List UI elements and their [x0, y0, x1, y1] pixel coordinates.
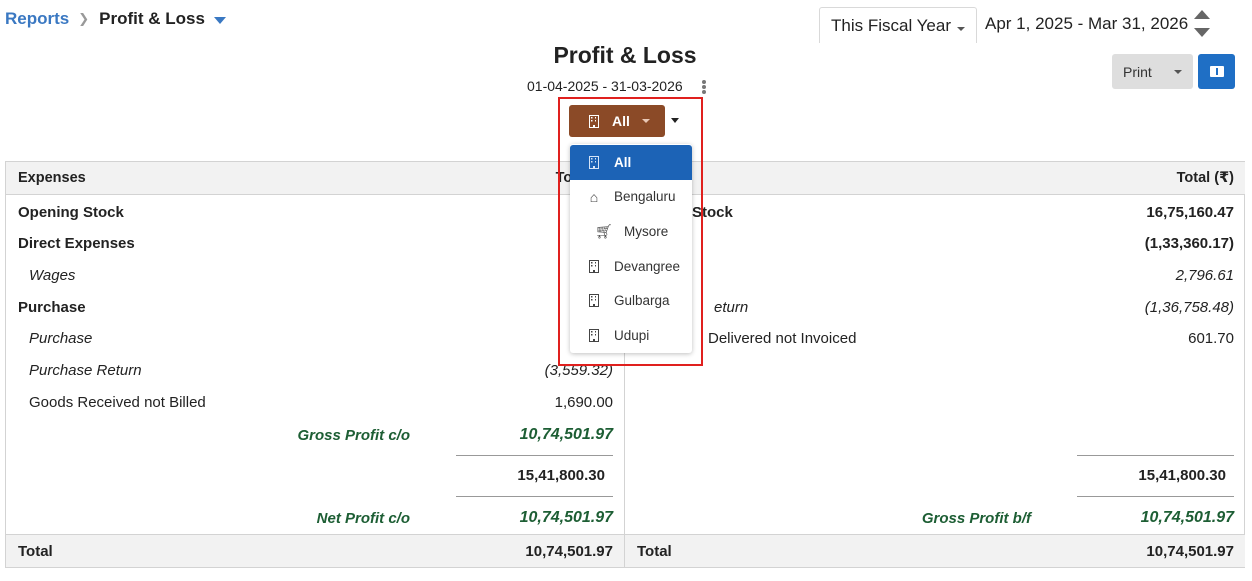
gross-profit-co-row: Gross Profit c/o 10,74,501.97: [297, 419, 613, 451]
expenses-total-label: Total: [18, 542, 53, 560]
building-icon: [587, 294, 601, 308]
chevron-down-icon: [641, 119, 650, 123]
net-profit-co-value: 10,74,501.97: [519, 509, 613, 526]
income-row-label: Stock: [692, 203, 733, 221]
income-row: Delivered not Invoiced 601.70: [625, 323, 1245, 355]
expense-row: Goods Received not Billed 1,690.00: [6, 386, 624, 418]
location-option-label: Mysore: [624, 223, 669, 239]
location-option-label: Devangree: [614, 258, 681, 274]
building-icon: [587, 328, 601, 342]
expense-row-label: Opening Stock: [18, 203, 124, 221]
expense-row: Direct Expenses1: [6, 228, 624, 260]
chevron-down-icon[interactable]: [1174, 70, 1182, 74]
income-row-value: (1,36,758.48): [1144, 298, 1234, 316]
report-title: Profit & Loss: [553, 42, 697, 68]
income-row-value: 601.70: [1188, 330, 1234, 348]
expense-row-label: Purchase Return: [29, 362, 142, 379]
expenses-total-value: 10,74,501.97: [525, 542, 613, 560]
location-option-label: All: [614, 154, 632, 170]
income-row: 2,796.61: [625, 259, 1245, 291]
expense-row: Purchase38,2: [6, 323, 624, 355]
expense-row: Opening Stock4,30,8: [6, 196, 624, 228]
income-total-header: Total (₹): [1176, 170, 1234, 186]
location-option-devangree[interactable]: Devangree: [570, 249, 692, 284]
location-option-label: Udupi: [614, 327, 650, 343]
building-icon: [587, 259, 601, 273]
location-option-bengaluru[interactable]: ⌂ Bengaluru: [570, 180, 692, 215]
report-switch-caret-icon[interactable]: [213, 16, 226, 24]
location-option-gulbarga[interactable]: Gulbarga: [570, 283, 692, 318]
expenses-total-row: Total 10,74,501.97: [6, 534, 624, 567]
expense-row-value: 1,690.00: [554, 393, 613, 411]
date-range-stepper[interactable]: [1194, 10, 1210, 40]
chevron-right-icon: ❯: [78, 11, 90, 26]
date-range-text[interactable]: Apr 1, 2025 - Mar 31, 2026: [985, 14, 1188, 34]
location-option-label: Bengaluru: [614, 189, 676, 205]
subtotal-divider: [1077, 455, 1234, 456]
breadcrumb-reports-link[interactable]: Reports: [5, 9, 69, 29]
expense-row-label: Purchase: [18, 298, 86, 316]
expense-row: Purchase36,3: [6, 291, 624, 323]
expense-row-label: Purchase: [29, 330, 93, 348]
report-period: 01-04-2025 - 31-03-2026: [527, 78, 683, 94]
period-select[interactable]: This Fiscal Year: [819, 7, 977, 43]
location-dropdown-menu: All ⌂ Bengaluru 🛒︎ Mysore Devangree Gulbarga Ud…: [570, 144, 692, 353]
net-profit-co-row: Net Profit c/o 10,74,501.97: [317, 502, 613, 534]
gross-profit-bf-value: 10,74,501.97: [1140, 509, 1234, 526]
expense-row-value: (3,559.32): [544, 362, 613, 379]
location-option-label: Gulbarga: [614, 293, 670, 309]
gross-profit-co-value: 10,74,501.97: [519, 426, 613, 443]
subtotal-divider: [1077, 496, 1234, 497]
more-options-icon[interactable]: [702, 80, 707, 94]
breadcrumb-current: Profit & Loss: [99, 9, 205, 28]
location-dropdown-toggle[interactable]: [670, 117, 680, 125]
expense-row: Wages1: [6, 259, 624, 291]
income-total-row: Total 10,74,501.97: [625, 534, 1245, 567]
subtotal-divider: [456, 455, 613, 456]
arrow-up-icon[interactable]: [1194, 10, 1210, 19]
income-row: Stock 16,75,160.47: [625, 196, 1245, 228]
income-row-label: Delivered not Invoiced: [708, 330, 857, 348]
location-filter-value: All: [612, 113, 630, 129]
income-subtotal: 15,41,800.30: [1138, 467, 1226, 484]
breadcrumb: Reports ❯ Profit & Loss: [5, 9, 226, 29]
arrow-down-icon[interactable]: [1194, 28, 1210, 37]
expenses-header-label: Expenses: [18, 170, 86, 186]
subtotal-divider: [456, 496, 613, 497]
expense-row: Purchase Return (3,559.32): [6, 355, 624, 387]
gross-profit-bf-row: Gross Profit b/f 10,74,501.97: [922, 502, 1234, 534]
income-row-value: 2,796.61: [1175, 266, 1234, 284]
income-pane: Total (₹) Stock 16,75,160.47 (1,33,360.17)…: [625, 162, 1245, 567]
income-total-value: 10,74,501.97: [1146, 542, 1234, 560]
expenses-pane: Expenses Total (₹) Opening Stock4,30,8Di…: [6, 162, 625, 567]
home-icon: ⌂: [589, 188, 599, 205]
period-select-value: This Fiscal Year: [831, 15, 951, 35]
expenses-header: Expenses Total (₹): [6, 162, 624, 195]
location-filter-button[interactable]: All: [569, 105, 665, 137]
expenses-subtotal: 15,41,800.30: [517, 467, 605, 484]
gross-profit-bf-label: Gross Profit b/f: [921, 509, 1031, 527]
cart-icon: 🛒︎: [595, 223, 613, 240]
net-profit-co-label: Net Profit c/o: [316, 509, 410, 527]
income-row: (1,33,360.17): [625, 228, 1245, 260]
location-option-udupi[interactable]: Udupi: [570, 318, 692, 353]
location-option-all[interactable]: All: [570, 145, 692, 180]
expense-row-label: Wages: [29, 266, 76, 284]
expense-row-label: Goods Received not Billed: [29, 393, 206, 411]
gross-profit-co-label: Gross Profit c/o: [297, 426, 410, 444]
income-row-label: eturn: [714, 298, 749, 316]
location-option-mysore[interactable]: 🛒︎ Mysore: [570, 214, 692, 249]
chevron-down-icon: [957, 27, 965, 31]
building-icon: [587, 155, 601, 169]
expense-row-label: Direct Expenses: [18, 235, 135, 253]
income-row-value: 16,75,160.47: [1146, 203, 1234, 221]
income-row-value: (1,33,360.17): [1144, 235, 1234, 253]
income-header: Total (₹): [625, 162, 1245, 195]
building-icon: [589, 114, 599, 128]
income-row: eturn (1,36,758.48): [625, 291, 1245, 323]
income-total-label: Total: [637, 542, 672, 560]
